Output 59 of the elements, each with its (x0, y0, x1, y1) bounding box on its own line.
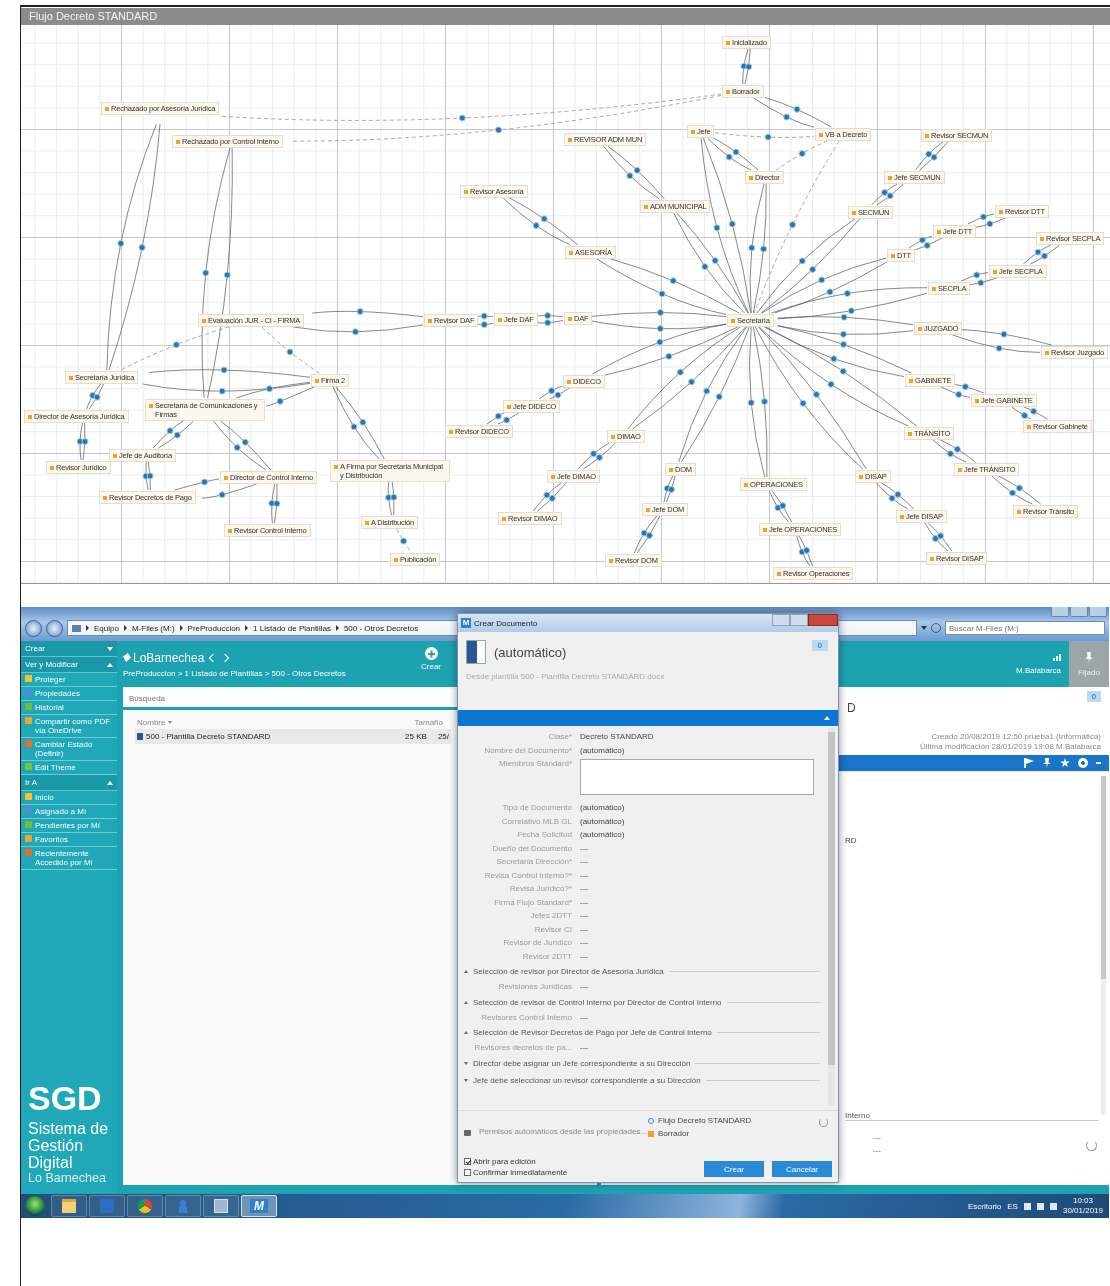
item-label: Compartir como PDF vía OneDrive (35, 717, 112, 735)
field-label: Correlativo MLB GL (500, 816, 572, 826)
field-label: Nombre del Documento* (483, 745, 572, 755)
section-title: Director debe asignar un Jefe correspondiente a su Dirección (473, 1058, 691, 1068)
item-label: Inicio (35, 793, 54, 802)
field-label: Miembros Standard* (498, 759, 572, 770)
field-label: Fecha Solicitud (516, 830, 572, 840)
item-label: Asignado a Mí (35, 807, 87, 816)
item-label: Edit Theme (35, 763, 76, 772)
section-title: Interno (845, 1111, 1099, 1121)
field-label: Revisiones Jurídicas (497, 982, 572, 992)
field-label: Revisor 2DTT (521, 951, 572, 961)
item-label: Recientemente Accedido por Mí (35, 849, 94, 867)
logo-org: Lo Barnechea (28, 1171, 107, 1186)
field-label: Jefes 2DTT (529, 911, 572, 921)
section-title: Selección de Revisor Decretos de Pago por Jefe de Control Interno (473, 1028, 712, 1037)
dialog-title: Crear Documento (474, 618, 538, 628)
section-title: Crear (25, 644, 45, 653)
brand-name: LoBarnechea (133, 650, 205, 665)
count-badge: 0 (811, 640, 828, 651)
field-label: Revisa Control Interno?* (483, 870, 572, 880)
property-value: --- (873, 1133, 881, 1142)
field-label: Revisa Jurídico?* (508, 884, 572, 894)
field-label: Tipo de Documento (501, 803, 572, 813)
item-label: Propiedades (35, 689, 80, 698)
field-label: Revisores Control Interno (480, 1012, 572, 1022)
field-label: Secretaría Dirección* (495, 857, 572, 867)
item-label: Historial (35, 703, 64, 712)
logo-subtitle: Sistema de Gestión Digital (28, 1120, 110, 1171)
field-label: Clase* (547, 732, 572, 742)
property-value: --- (873, 1146, 881, 1155)
app-logo: M (250, 1199, 268, 1213)
item-label: Favoritos (35, 835, 68, 844)
object-title: D (847, 701, 856, 715)
field-label: Firma Flujo Standard* (493, 897, 572, 907)
property-value: RD (845, 836, 858, 845)
file-size: 25 KB (405, 732, 427, 741)
count-badge: 0 (1086, 691, 1101, 702)
section-title: Jefe debe seleccionar un revisor correspondiente a su Dirección (473, 1075, 701, 1085)
field-label: Dueño del Documento (491, 843, 572, 853)
file-name: 500 - Plantilla Decreto STANDARD (146, 732, 271, 741)
logo-title: SGD (28, 1080, 103, 1116)
field-label: Revisor CI (533, 924, 572, 934)
section-title: Selección de revisor de Control Interno por Director de Control Interno (473, 997, 722, 1007)
app-icon: M (461, 618, 471, 628)
metadata-text: Creado 20/08/2019 12:50 prueba1 (Informática) Última modificación 28/01/2019 19:08 M.Balabarca (920, 732, 1101, 752)
diagram-title: Flujo Decreto STANDARD (21, 8, 1110, 25)
document-name: (automático) (494, 644, 567, 660)
item-label: Pendientes por Mí (35, 821, 100, 830)
field-label: Revisor de Jurídico (502, 938, 572, 948)
section-title: Ir A (25, 778, 37, 787)
checkbox-label: Abrir para edición (473, 1157, 536, 1166)
field-label: Revisores decretos de pa... (473, 1043, 572, 1053)
section-title: Selección de revisor por Director de Asesoría Jurídica (473, 967, 664, 976)
checkbox-label: Confirmar inmediatamente (473, 1168, 568, 1177)
section-title: Ver y Modificar (25, 660, 78, 669)
item-label: Cambiar Estado (Definir) (35, 740, 94, 758)
file-date: 25/ (437, 732, 449, 741)
item-label: Proteger (35, 675, 66, 684)
